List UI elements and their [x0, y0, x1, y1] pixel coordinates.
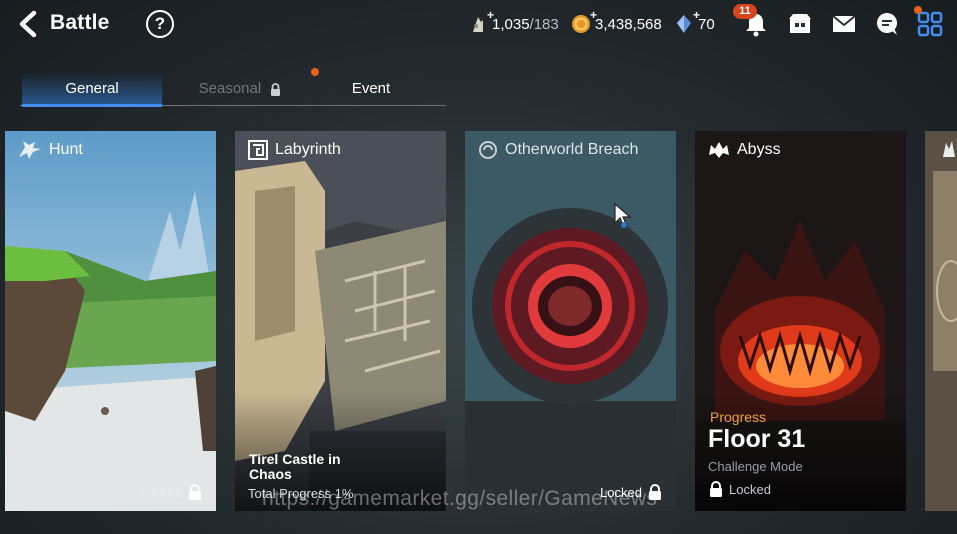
hunt-locked: Locked: [140, 484, 202, 500]
tab-seasonal-label: Seasonal: [198, 80, 262, 97]
tab-general[interactable]: General: [22, 72, 162, 107]
tab-bar: General Seasonal Event: [20, 68, 446, 108]
abyss-mode-status: Locked: [729, 481, 771, 497]
labyrinth-header: Labyrinth: [247, 139, 341, 161]
beast-icon: [709, 142, 729, 158]
help-button[interactable]: ?: [146, 10, 174, 38]
hunt-artwork: [5, 131, 216, 511]
next-card-artwork: [925, 131, 957, 511]
abyss-floor: Floor 31: [708, 425, 806, 453]
breach-artwork: [465, 131, 676, 511]
breach-header: Otherworld Breach: [477, 139, 638, 161]
tab-seasonal[interactable]: Seasonal: [170, 72, 310, 106]
mail-icon[interactable]: [830, 10, 858, 38]
lock-icon: [271, 82, 281, 96]
hunt-title: Hunt: [49, 141, 83, 158]
gold-coin-icon: +: [571, 8, 597, 34]
back-arrow-icon[interactable]: [14, 9, 44, 39]
crystal-value: 70: [698, 15, 715, 33]
hunt-header: Hunt: [17, 139, 83, 161]
portal-icon: [479, 141, 497, 159]
crystal-resource[interactable]: + 70: [674, 8, 715, 34]
lock-icon: [710, 481, 722, 497]
hunt-status: Locked: [140, 484, 182, 500]
shop-icon[interactable]: [786, 10, 814, 38]
mouse-cursor-icon: [614, 203, 632, 228]
labyrinth-subtitle: Tirel Castle in Chaos: [249, 451, 341, 482]
tab-general-label: General: [65, 80, 119, 97]
abyss-header: Abyss: [707, 139, 781, 161]
tab-event[interactable]: Event: [301, 72, 441, 106]
maze-icon: [248, 140, 268, 160]
menu-grid-icon[interactable]: [916, 10, 944, 38]
otherworld-breach-card[interactable]: Otherworld Breach Locked: [465, 131, 676, 511]
menu-alert-dot: [914, 6, 922, 14]
gold-value: 3,438,568: [595, 15, 662, 33]
breach-title: Otherworld Breach: [505, 141, 639, 158]
dragon-icon: [19, 141, 41, 159]
gold-resource[interactable]: + 3,438,568: [571, 8, 662, 34]
page-title: Battle: [50, 11, 110, 34]
abyss-mode-locked: Locked: [709, 481, 771, 497]
lock-icon: [189, 484, 201, 500]
abyss-progress-label: Progress: [710, 409, 767, 425]
abyss-title: Abyss: [737, 141, 781, 158]
labyrinth-title: Labyrinth: [275, 141, 341, 158]
watermark-text: https://gamemarket.gg/seller/GameNews: [262, 487, 658, 510]
partial-card-icon: [943, 141, 955, 157]
tab-event-label: Event: [351, 80, 391, 97]
abyss-mode: Challenge Mode: [708, 459, 803, 474]
notification-badge: 11: [733, 4, 757, 19]
chat-icon[interactable]: [873, 10, 901, 38]
top-bar: Battle ? + 1,035 /183 + 3,438,568 + 70 1…: [0, 0, 957, 50]
abyss-card[interactable]: Abyss Progress Floor 31 Challenge Mode L…: [695, 131, 906, 511]
hunt-card[interactable]: Hunt Locked: [5, 131, 216, 511]
stamina-max: /183: [529, 15, 559, 33]
stamina-value: 1,035: [492, 15, 530, 33]
next-card-partial[interactable]: [925, 131, 957, 511]
crystal-icon: +: [674, 8, 700, 34]
stamina-icon: +: [468, 8, 494, 34]
stamina-resource[interactable]: + 1,035 /183: [468, 8, 559, 34]
labyrinth-card[interactable]: Labyrinth Tirel Castle in Chaos Total Pr…: [235, 131, 446, 511]
